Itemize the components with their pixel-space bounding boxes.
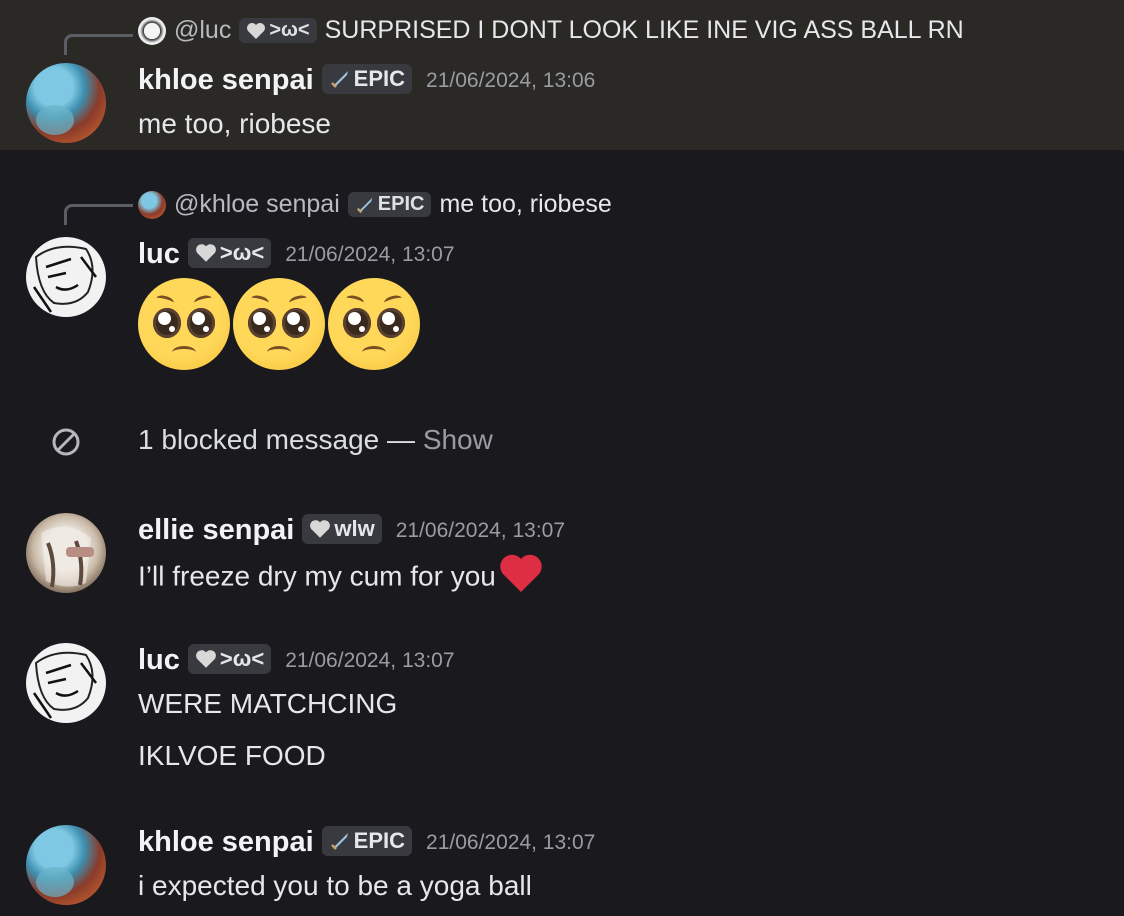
reply-author-badge: >ω<	[239, 18, 317, 43]
reply-preview[interactable]: @luc >ω< SURPRISED I DONT LOOK LIKE INE …	[138, 16, 964, 45]
badge-label: >ω<	[219, 240, 265, 266]
badge-label: EPIC	[353, 828, 406, 854]
message-content: I’ll freeze dry my cum for you	[138, 554, 544, 598]
reply-avatar	[138, 16, 166, 45]
avatar-image	[32, 245, 97, 313]
reply-spine	[64, 204, 133, 225]
author-line: luc >ω< 21/06/2024, 13:07	[138, 644, 455, 677]
heart-icon	[196, 650, 216, 669]
reply-spine	[64, 34, 133, 55]
message-content: IKLVOE FOOD	[138, 740, 326, 771]
author-badge[interactable]: EPIC	[321, 826, 413, 857]
reply-author[interactable]: @khloe senpai	[174, 190, 340, 219]
author-badge[interactable]: wlw	[302, 514, 382, 545]
avatar[interactable]	[26, 63, 106, 143]
blocked-label: 1 blocked message —	[138, 424, 423, 455]
blocked-message-text: 1 blocked message — Show	[138, 424, 493, 456]
message-text: I’ll freeze dry my cum for you	[138, 560, 496, 592]
reply-avatar	[138, 190, 166, 219]
author-badge[interactable]: EPIC	[321, 64, 413, 95]
avatar[interactable]	[26, 237, 106, 317]
author-name[interactable]: khloe senpai	[138, 64, 314, 96]
reply-badge-label: >ω<	[269, 19, 310, 41]
timestamp[interactable]: 21/06/2024, 13:07	[285, 243, 454, 266]
avatar[interactable]	[26, 825, 106, 905]
avatar-image	[41, 526, 94, 588]
reply-author-badge: EPIC	[347, 192, 432, 217]
reply-preview[interactable]: @khloe senpai EPIC me too, riobese	[138, 190, 612, 219]
author-line: ellie senpai wlw 21/06/2024, 13:07	[138, 514, 565, 547]
avatar[interactable]	[26, 643, 106, 723]
timestamp[interactable]: 21/06/2024, 13:07	[396, 519, 565, 542]
reply-text[interactable]: SURPRISED I DONT LOOK LIKE INE VIG ASS B…	[325, 16, 964, 45]
author-name[interactable]: khloe senpai	[138, 826, 314, 858]
message-content: i expected you to be a yoga ball	[138, 870, 532, 901]
pleading-face-emoji	[233, 278, 325, 370]
author-badge[interactable]: >ω<	[187, 644, 272, 675]
badge-label: wlw	[334, 516, 375, 542]
emoji-row	[138, 278, 420, 370]
reply-badge-label: EPIC	[377, 193, 425, 215]
pleading-face-emoji	[138, 278, 230, 370]
message-item[interactable]: @khloe senpai EPIC me too, riobese luc >ω…	[0, 180, 1124, 380]
author-name[interactable]: luc	[138, 644, 180, 676]
show-blocked-button[interactable]: Show	[423, 424, 493, 455]
heart-icon	[310, 520, 331, 539]
reply-author[interactable]: @luc	[174, 16, 231, 45]
timestamp[interactable]: 21/06/2024, 13:06	[426, 69, 595, 92]
red-heart-emoji	[500, 554, 542, 592]
author-line: khloe senpai EPIC 21/06/2024, 13:07	[138, 826, 595, 859]
message-item[interactable]: khloe senpai EPIC 21/06/2024, 13:07 i expe…	[0, 812, 1124, 916]
sword-icon	[330, 71, 348, 89]
heart-icon	[196, 244, 216, 263]
badge-label: EPIC	[353, 66, 406, 92]
message-content: WERE MATCHCING	[138, 688, 398, 719]
badge-label: >ω<	[219, 646, 265, 672]
avatar[interactable]	[26, 513, 106, 593]
timestamp[interactable]: 21/06/2024, 13:07	[426, 831, 595, 854]
author-line: luc >ω< 21/06/2024, 13:07	[138, 238, 455, 271]
heart-icon	[247, 22, 266, 39]
blocked-message-row: 1 blocked message — Show	[0, 416, 1124, 468]
sword-icon	[330, 833, 348, 851]
timestamp[interactable]: 21/06/2024, 13:07	[285, 649, 454, 672]
author-name[interactable]: ellie senpai	[138, 514, 294, 546]
message-content: me too, riobese	[138, 108, 331, 139]
message-item[interactable]: @luc >ω< SURPRISED I DONT LOOK LIKE INE …	[0, 0, 1124, 150]
reply-text[interactable]: me too, riobese	[439, 190, 611, 219]
avatar-image	[32, 651, 97, 719]
message-item[interactable]: luc >ω< 21/06/2024, 13:07 WERE MATCHCING I…	[0, 630, 1124, 790]
sword-icon	[356, 197, 373, 213]
message-item[interactable]: ellie senpai wlw 21/06/2024, 13:07 I’ll fr…	[0, 500, 1124, 610]
pleading-face-emoji	[328, 278, 420, 370]
author-badge[interactable]: >ω<	[187, 238, 272, 269]
author-name[interactable]: luc	[138, 238, 180, 270]
blocked-icon	[52, 428, 80, 456]
author-line: khloe senpai EPIC 21/06/2024, 13:06	[138, 64, 595, 97]
